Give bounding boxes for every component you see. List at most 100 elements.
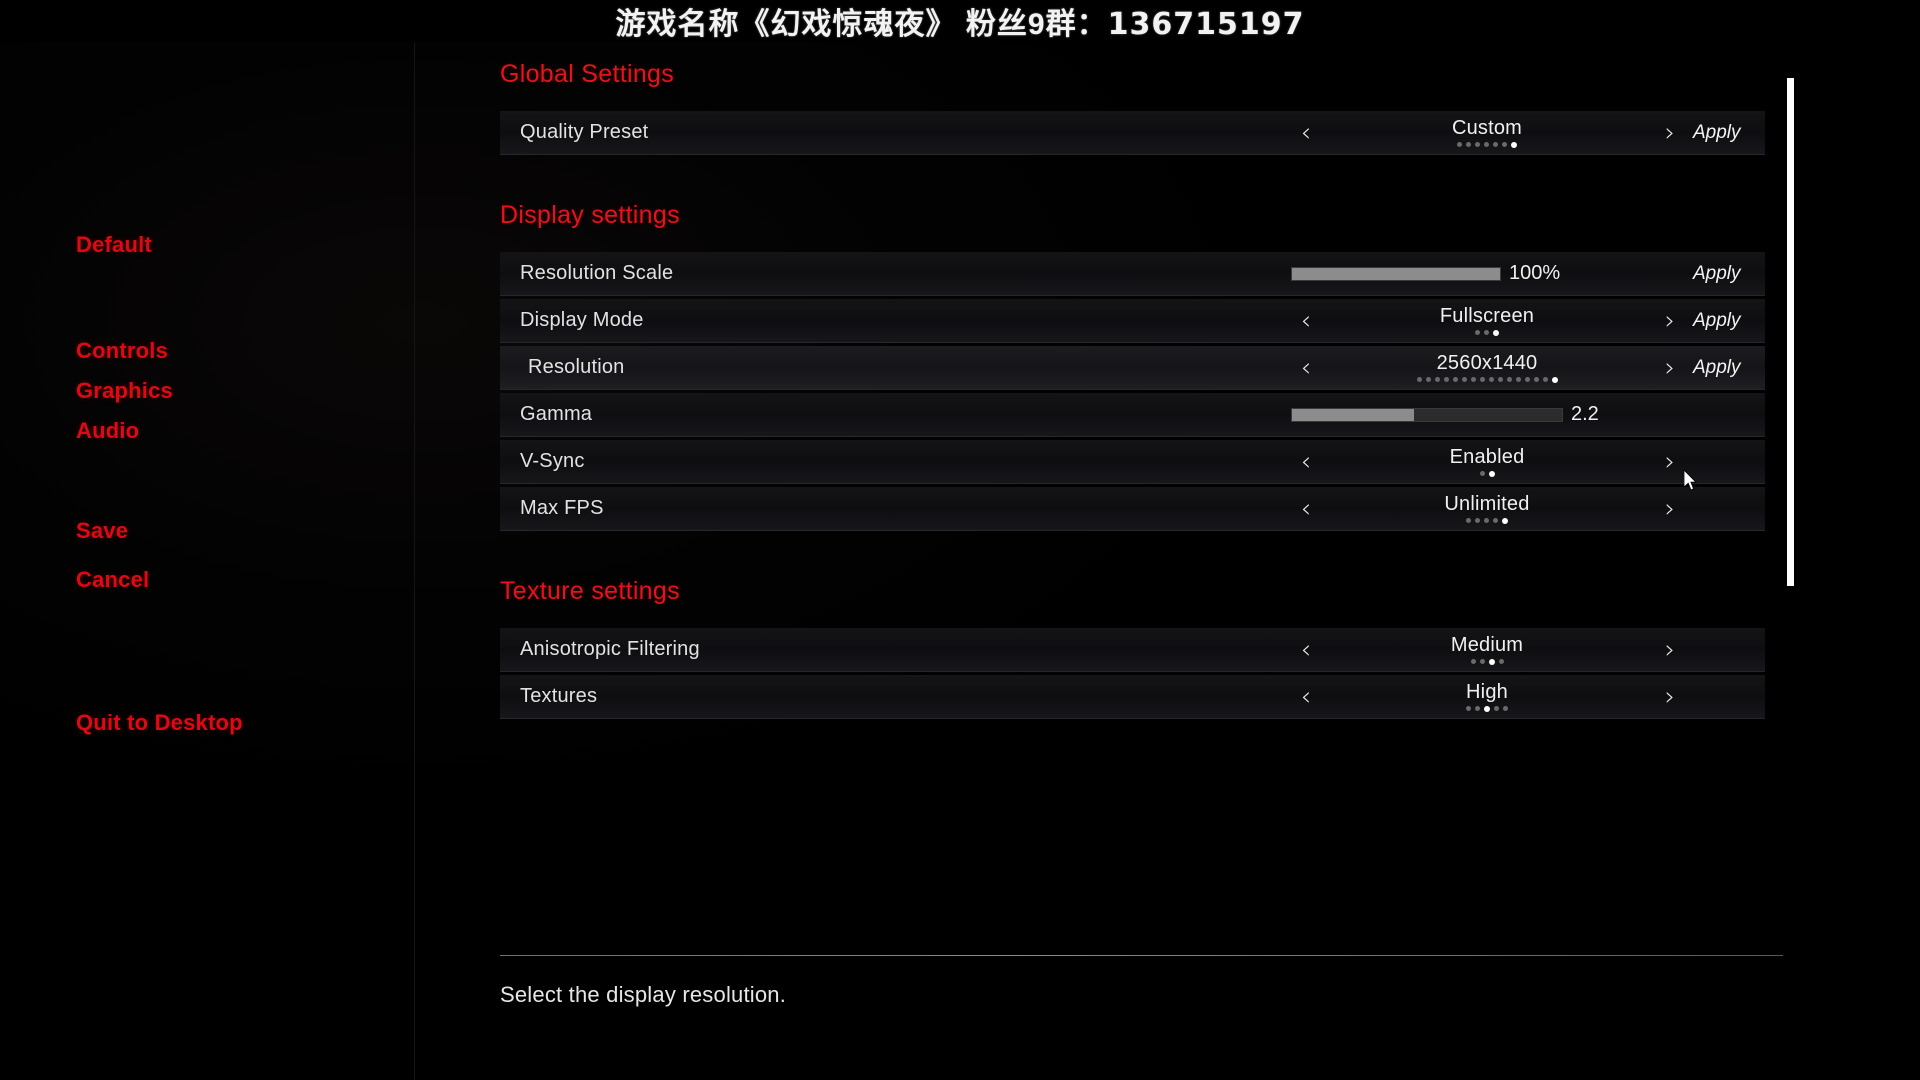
apply-button[interactable]: Apply	[1687, 310, 1765, 332]
value-stepper: ‹ Enabled ›	[1287, 440, 1687, 483]
chevron-left-icon[interactable]: ‹	[1289, 308, 1323, 334]
page-title: 游戏名称《幻戏惊魂夜》 粉丝9群：136715197	[616, 0, 1305, 43]
sidebar-item-audio[interactable]: Audio	[76, 418, 139, 444]
setting-row[interactable]: V-Sync ‹ Enabled ›	[500, 440, 1765, 484]
setting-control: ‹ Fullscreen › Apply	[1287, 299, 1765, 342]
step-dot	[1457, 142, 1462, 147]
step-dot	[1524, 377, 1530, 382]
step-dot	[1470, 377, 1476, 382]
footer-divider	[500, 955, 1783, 956]
step-dot	[1493, 329, 1499, 336]
step-dot	[1494, 706, 1499, 711]
value-stepper: ‹ 2560x1440 ›	[1287, 346, 1687, 389]
chevron-right-icon[interactable]: ›	[1653, 308, 1687, 334]
step-indicator-dots	[1479, 470, 1495, 477]
step-dot	[1466, 518, 1471, 523]
step-dot	[1479, 377, 1485, 382]
step-dot	[1511, 141, 1517, 148]
setting-row[interactable]: Resolution Scale 100% Apply	[500, 252, 1765, 296]
slider-fill	[1292, 267, 1500, 280]
chevron-left-icon[interactable]: ‹	[1289, 120, 1323, 146]
value-display: Fullscreen	[1321, 305, 1653, 336]
setting-control: ‹ High ›	[1287, 675, 1765, 718]
chevron-left-icon[interactable]: ‹	[1289, 355, 1323, 381]
slider-track[interactable]	[1291, 266, 1501, 281]
setting-row[interactable]: Display Mode ‹ Fullscreen › Apply	[500, 299, 1765, 343]
step-dot	[1497, 377, 1503, 382]
chevron-right-icon[interactable]: ›	[1653, 449, 1687, 475]
setting-control: ‹ Custom › Apply	[1287, 111, 1765, 154]
sidebar-item-graphics[interactable]: Graphics	[76, 378, 173, 404]
value-display: Medium	[1321, 634, 1653, 665]
sidebar-item-cancel[interactable]: Cancel	[76, 567, 149, 593]
step-indicator-dots	[1466, 705, 1508, 712]
settings-main-panel: Global Settings Quality Preset ‹ Custom › App…	[500, 60, 1790, 1020]
step-dot	[1484, 142, 1489, 147]
settings-row-group: Anisotropic Filtering ‹ Medium › Textures ‹ Hi…	[500, 628, 1765, 719]
section-heading-global-settings: Global Settings	[500, 60, 675, 88]
sidebar-item-default[interactable]: Default	[76, 232, 152, 258]
setting-value: Fullscreen	[1439, 305, 1535, 327]
chevron-right-icon[interactable]: ›	[1653, 355, 1687, 381]
value-stepper: ‹ Custom ›	[1287, 111, 1687, 154]
step-dot	[1498, 659, 1504, 664]
section-heading-display-settings: Display settings	[500, 201, 680, 229]
step-dot	[1542, 377, 1548, 382]
step-indicator-dots	[1470, 658, 1504, 665]
setting-row[interactable]: Anisotropic Filtering ‹ Medium ›	[500, 628, 1765, 672]
title-group-number: 136715197	[1107, 7, 1305, 42]
settings-row-group: Resolution Scale 100% Apply Display Mode ‹ Fu…	[500, 252, 1765, 531]
setting-label: Textures	[520, 685, 598, 707]
step-dot	[1466, 142, 1471, 147]
slider-track[interactable]	[1291, 407, 1563, 422]
section-heading-texture-settings: Texture settings	[500, 577, 680, 605]
settings-scrollbar[interactable]	[1787, 78, 1794, 698]
setting-row[interactable]: Textures ‹ High ›	[500, 675, 1765, 719]
chevron-right-icon[interactable]: ›	[1653, 637, 1687, 663]
apply-button[interactable]: Apply	[1687, 122, 1765, 144]
scrollbar-thumb[interactable]	[1787, 78, 1794, 586]
chevron-right-icon[interactable]: ›	[1653, 496, 1687, 522]
apply-button[interactable]: Apply	[1687, 263, 1765, 285]
step-dot	[1475, 706, 1480, 711]
value-stepper: ‹ Fullscreen ›	[1287, 299, 1687, 342]
step-indicator-dots	[1475, 329, 1499, 336]
step-dot	[1479, 659, 1485, 664]
setting-value: Medium	[1450, 634, 1524, 656]
step-dot	[1475, 142, 1480, 147]
value-stepper: ‹ High ›	[1287, 675, 1687, 718]
setting-control: 100% Apply	[1287, 252, 1765, 295]
step-dot	[1488, 658, 1495, 665]
step-dot	[1484, 705, 1490, 712]
value-slider[interactable]: 2.2	[1287, 393, 1687, 436]
setting-row[interactable]: Resolution ‹ 2560x1440 › Apply	[500, 346, 1765, 390]
chevron-left-icon[interactable]: ‹	[1289, 684, 1323, 710]
step-dot	[1466, 706, 1471, 711]
step-dot	[1506, 377, 1512, 382]
chevron-right-icon[interactable]: ›	[1653, 120, 1687, 146]
step-dot	[1533, 377, 1539, 382]
sidebar-item-quit-to-desktop[interactable]: Quit to Desktop	[76, 710, 243, 736]
setting-row[interactable]: Quality Preset ‹ Custom › Apply	[500, 111, 1765, 155]
step-dot	[1461, 377, 1467, 382]
setting-label: V-Sync	[520, 450, 585, 472]
step-dot	[1503, 706, 1508, 711]
apply-button[interactable]: Apply	[1687, 357, 1765, 379]
setting-value: Unlimited	[1444, 493, 1530, 515]
step-dot	[1479, 471, 1485, 476]
chevron-right-icon[interactable]: ›	[1653, 684, 1687, 710]
step-dot	[1443, 377, 1449, 382]
chevron-left-icon[interactable]: ‹	[1289, 637, 1323, 663]
step-dot	[1416, 377, 1422, 382]
setting-row[interactable]: Max FPS ‹ Unlimited ›	[500, 487, 1765, 531]
chevron-left-icon[interactable]: ‹	[1289, 449, 1323, 475]
setting-value: Custom	[1451, 117, 1523, 139]
value-slider[interactable]: 100%	[1287, 252, 1687, 295]
sidebar-item-controls[interactable]: Controls	[76, 338, 168, 364]
settings-sidebar: Default Controls Graphics Audio Save Cancel Qu…	[0, 42, 415, 1080]
sidebar-item-save[interactable]: Save	[76, 518, 128, 544]
chevron-left-icon[interactable]: ‹	[1289, 496, 1323, 522]
setting-control: ‹ 2560x1440 › Apply	[1287, 346, 1765, 389]
step-dot	[1493, 142, 1498, 147]
setting-row[interactable]: Gamma 2.2	[500, 393, 1765, 437]
